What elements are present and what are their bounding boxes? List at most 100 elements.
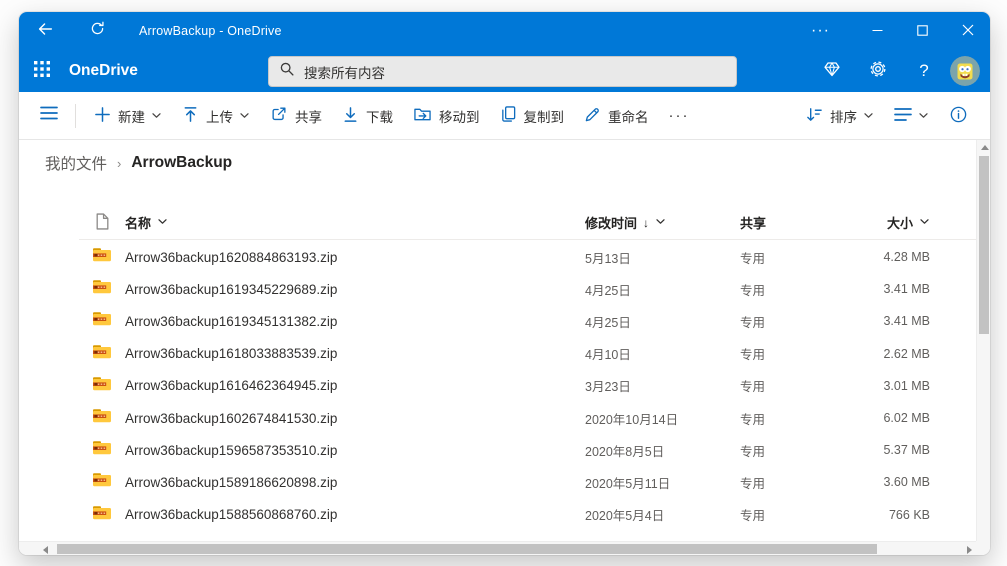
search-input[interactable]: 搜索所有内容: [268, 56, 737, 87]
file-sharing-status: 专用: [740, 283, 766, 298]
app-launcher-button[interactable]: [19, 50, 65, 92]
shared-column-header[interactable]: 共享: [740, 213, 860, 232]
file-modified-date: 4月25日: [585, 315, 631, 330]
back-icon: [36, 20, 54, 43]
sort-icon: [805, 106, 823, 126]
upload-button[interactable]: 上传: [172, 99, 260, 133]
modified-column-header[interactable]: 修改时间 ↓: [585, 213, 740, 232]
premium-button[interactable]: [812, 50, 852, 92]
zip-folder-icon: [92, 311, 112, 331]
breadcrumb-parent[interactable]: 我的文件: [45, 152, 107, 174]
menu-toggle-button[interactable]: [31, 99, 67, 133]
horizontal-scrollbar-thumb[interactable]: [57, 544, 877, 554]
rename-label: 重命名: [608, 109, 649, 125]
file-sharing-status: 专用: [740, 380, 766, 395]
toolbar-overflow-button[interactable]: ···: [659, 107, 700, 124]
table-row[interactable]: Arrow36backup1616462364945.zip 3月23日 专用 …: [79, 370, 976, 402]
download-button[interactable]: 下载: [332, 99, 403, 133]
file-browser-content: 我的文件 › ArrowBackup 名称 修改时间 ↓ 共享 大小 Arrow…: [19, 140, 990, 555]
view-options-button[interactable]: [884, 99, 939, 133]
scroll-left-arrow-icon[interactable]: [43, 546, 48, 554]
vertical-scrollbar[interactable]: [976, 140, 990, 555]
file-name[interactable]: Arrow36backup1620884863193.zip: [125, 250, 585, 265]
zip-folder-icon: [92, 505, 112, 525]
file-modified-date: 2020年5月11日: [585, 476, 671, 491]
chevron-down-icon: [918, 110, 929, 121]
toolbar-divider: [75, 103, 76, 128]
file-name[interactable]: Arrow36backup1619345131382.zip: [125, 314, 585, 329]
horizontal-scrollbar[interactable]: [19, 541, 976, 555]
chevron-down-icon: [151, 110, 162, 121]
file-size: 3.41 MB: [883, 314, 930, 329]
file-name[interactable]: Arrow36backup1602674841530.zip: [125, 411, 585, 426]
table-row[interactable]: Arrow36backup1620884863193.zip 5月13日 专用 …: [79, 241, 976, 273]
file-name[interactable]: Arrow36backup1616462364945.zip: [125, 378, 585, 393]
chevron-down-icon: [239, 110, 250, 121]
chevron-down-icon: [655, 215, 666, 230]
zip-folder-icon: [92, 376, 112, 396]
rename-icon: [584, 106, 601, 126]
file-list: Arrow36backup1620884863193.zip 5月13日 专用 …: [19, 241, 976, 531]
breadcrumb-current: ArrowBackup: [131, 154, 233, 171]
onedrive-window: ArrowBackup - OneDrive ··· OneDrive 搜索所有…: [19, 12, 990, 555]
chevron-down-icon: [919, 215, 930, 230]
vertical-scrollbar-thumb[interactable]: [979, 156, 989, 334]
gear-icon: [868, 59, 888, 84]
waffle-icon: [33, 60, 51, 83]
copy-to-button[interactable]: 复制到: [490, 99, 575, 133]
info-icon: [949, 105, 968, 127]
file-name[interactable]: Arrow36backup1588560868760.zip: [125, 507, 585, 522]
file-name[interactable]: Arrow36backup1596587353510.zip: [125, 443, 585, 458]
file-name[interactable]: Arrow36backup1618033883539.zip: [125, 346, 585, 361]
new-button[interactable]: 新建: [84, 99, 172, 133]
refresh-button[interactable]: [79, 12, 115, 50]
scroll-right-arrow-icon[interactable]: [967, 546, 972, 554]
move-to-icon: [413, 106, 432, 126]
chevron-down-icon: [863, 110, 874, 121]
file-name[interactable]: Arrow36backup1589186620898.zip: [125, 475, 585, 490]
zip-folder-icon: [92, 440, 112, 460]
back-button[interactable]: [27, 12, 63, 50]
scrollbar-corner: [976, 541, 990, 555]
table-row[interactable]: Arrow36backup1619345131382.zip 4月25日 专用 …: [79, 305, 976, 337]
rename-button[interactable]: 重命名: [574, 99, 659, 133]
share-icon: [270, 105, 288, 126]
settings-button[interactable]: [858, 50, 898, 92]
file-size: 2.62 MB: [883, 346, 930, 361]
app-name[interactable]: OneDrive: [69, 62, 138, 80]
help-button[interactable]: ?: [904, 50, 944, 92]
download-label: 下载: [366, 109, 393, 125]
share-button[interactable]: 共享: [260, 99, 332, 133]
minimize-button[interactable]: [855, 12, 900, 50]
name-column-type-header[interactable]: [79, 212, 125, 233]
table-row[interactable]: Arrow36backup1589186620898.zip 2020年5月11…: [79, 466, 976, 498]
close-button[interactable]: [945, 12, 990, 50]
scroll-up-arrow-icon[interactable]: [981, 145, 989, 150]
table-row[interactable]: Arrow36backup1596587353510.zip 2020年8月5日…: [79, 434, 976, 466]
table-row[interactable]: Arrow36backup1588560868760.zip 2020年5月4日…: [79, 499, 976, 531]
table-row[interactable]: Arrow36backup1618033883539.zip 4月10日 专用 …: [79, 338, 976, 370]
file-size: 4.28 MB: [883, 250, 930, 265]
maximize-button[interactable]: [900, 12, 945, 50]
sort-button[interactable]: 排序: [795, 99, 884, 133]
avatar[interactable]: [950, 56, 980, 86]
move-to-button[interactable]: 移动到: [403, 99, 490, 133]
file-sharing-status: 专用: [740, 348, 766, 363]
size-column-header[interactable]: 大小: [860, 213, 930, 232]
name-column-header[interactable]: 名称: [125, 213, 585, 232]
upload-label: 上传: [206, 109, 233, 125]
search-icon: [279, 61, 295, 82]
table-row[interactable]: Arrow36backup1619345229689.zip 4月25日 专用 …: [79, 273, 976, 305]
file-sharing-status: 专用: [740, 444, 766, 459]
file-modified-date: 5月13日: [585, 251, 631, 266]
download-icon: [342, 106, 359, 126]
window-title: ArrowBackup - OneDrive: [139, 24, 282, 38]
file-modified-date: 4月10日: [585, 348, 631, 363]
premium-diamond-icon: [822, 59, 842, 84]
titlebar-more-button[interactable]: ···: [798, 12, 843, 50]
breadcrumb: 我的文件 › ArrowBackup: [45, 152, 232, 174]
close-icon: [962, 23, 974, 40]
file-name[interactable]: Arrow36backup1619345229689.zip: [125, 282, 585, 297]
table-row[interactable]: Arrow36backup1602674841530.zip 2020年10月1…: [79, 402, 976, 434]
details-pane-button[interactable]: [939, 99, 978, 133]
